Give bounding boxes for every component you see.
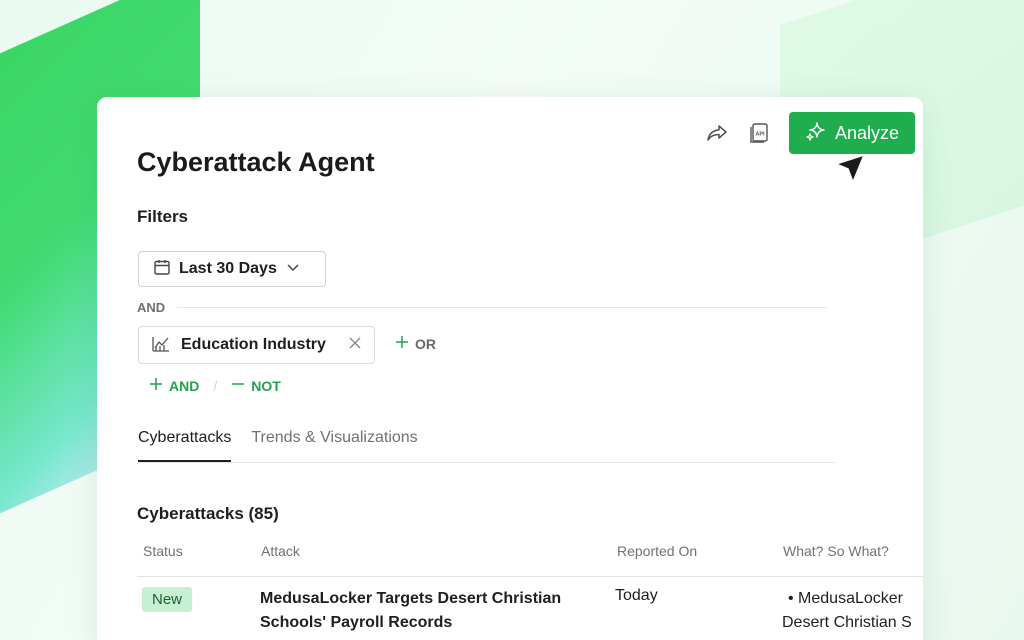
calendar-icon [153, 258, 171, 281]
chevron-down-icon [285, 259, 301, 280]
cursor-arrow-icon [833, 152, 867, 191]
analyze-button[interactable]: Analyze [788, 112, 915, 154]
reported-on: Today [615, 587, 658, 604]
add-or-button[interactable]: OR [395, 335, 436, 352]
tab-trends-visualizations[interactable]: Trends & Visualizations [251, 429, 417, 462]
column-header-what-so-what[interactable]: What? So What? [783, 543, 889, 559]
operator-separator: / [213, 377, 218, 394]
or-label: OR [415, 335, 436, 352]
analyze-label: Analyze [834, 122, 899, 143]
date-range-label: Last 30 Days [179, 260, 277, 277]
filter-divider [177, 307, 827, 308]
share-arrow-icon[interactable] [705, 121, 729, 145]
minus-icon [231, 377, 245, 394]
what-so-what-summary: • MedusaLocker Desert Christian S [782, 587, 923, 635]
tab-cyberattacks[interactable]: Cyberattacks [138, 429, 232, 462]
summary-line: Desert Christian S [782, 614, 912, 631]
industry-filter-label: Education Industry [181, 336, 326, 353]
plus-icon [149, 377, 163, 394]
date-range-dropdown[interactable]: Last 30 Days [138, 251, 326, 287]
api-document-icon[interactable]: API [747, 121, 771, 145]
industry-icon [151, 333, 171, 358]
column-header-status[interactable]: Status [143, 543, 183, 559]
filter-connector-and: AND [137, 300, 166, 315]
industry-filter-chip[interactable]: Education Industry [138, 326, 375, 364]
column-header-attack[interactable]: Attack [261, 543, 300, 559]
column-header-reported-on[interactable]: Reported On [617, 543, 697, 559]
table-row[interactable]: New MedusaLocker Targets Desert Christia… [137, 577, 923, 640]
add-not-button[interactable]: NOT [231, 377, 281, 394]
toolbar: API Analyze [705, 112, 915, 154]
add-and-button[interactable]: AND [149, 377, 199, 394]
plus-icon [395, 335, 409, 352]
attack-title[interactable]: MedusaLocker Targets Desert Christian Sc… [260, 587, 600, 635]
filter-operators: AND / NOT [149, 377, 281, 394]
table-title: Cyberattacks (85) [137, 504, 279, 523]
agent-card: API Analyze Cyberattack Agent Filters La… [97, 97, 923, 640]
page-title: Cyberattack Agent [137, 147, 375, 177]
summary-line: • MedusaLocker [788, 590, 903, 607]
status-badge: New [142, 587, 193, 612]
filters-heading: Filters [137, 207, 189, 226]
not-label: NOT [251, 377, 281, 394]
sparkles-icon [805, 120, 827, 147]
view-tabs: Cyberattacks Trends & Visualizations [138, 429, 836, 463]
svg-text:API: API [755, 132, 765, 138]
table-header: Status Attack Reported On What? So What? [137, 543, 923, 577]
and-label: AND [169, 377, 200, 394]
close-icon[interactable] [348, 336, 362, 355]
